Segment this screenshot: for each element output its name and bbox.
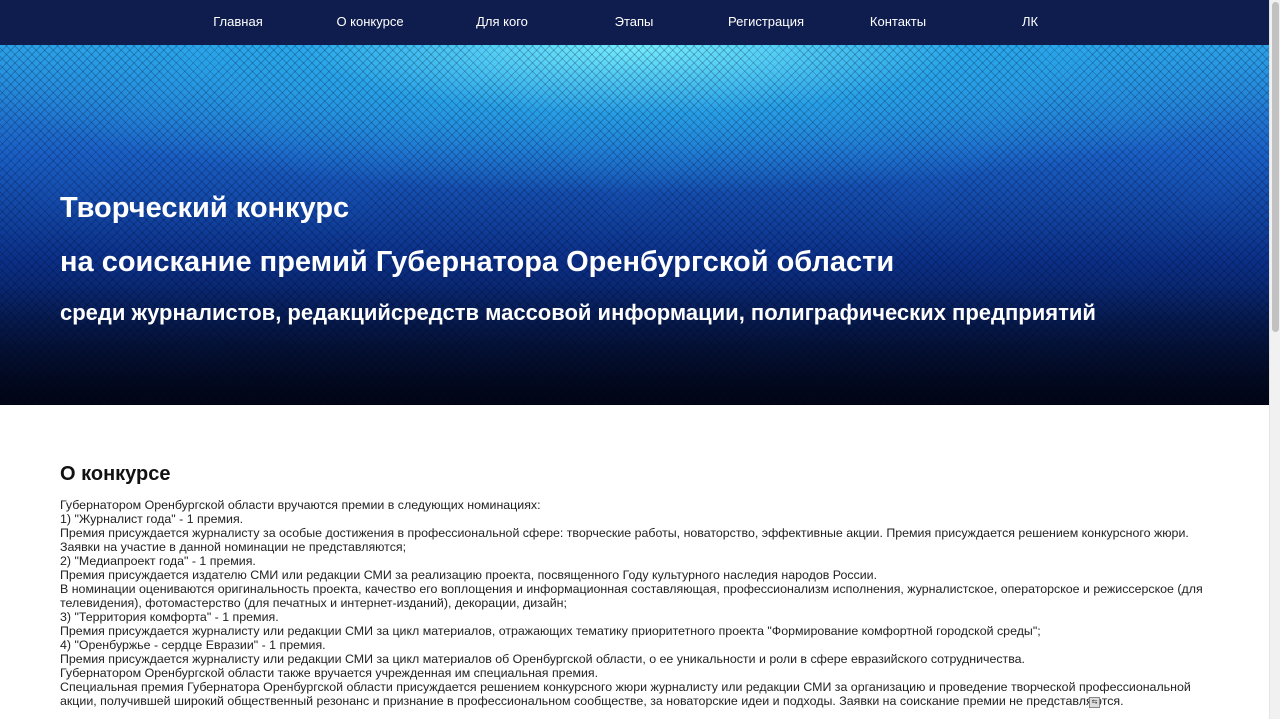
paragraph: Премия присуждается издателю СМИ или ред… <box>60 568 878 582</box>
paragraph: 2) "Медиапроект года" - 1 премия. <box>60 554 256 568</box>
nav-item-about[interactable]: О конкурсе <box>310 0 430 45</box>
nav-item-stages[interactable]: Этапы <box>574 0 694 45</box>
about-text: Губернатором Оренбургской области вручаю… <box>60 498 1210 708</box>
paragraph: В номинации оцениваются оригинальность п… <box>60 582 1203 610</box>
page: Главная О конкурсе Для кого Этапы Регист… <box>0 0 1269 719</box>
hero-title: Творческий конкурс <box>60 192 350 224</box>
paragraph: 1) "Журналист года" - 1 премия. <box>60 512 244 526</box>
paragraph: Премия присуждается журналисту или редак… <box>60 624 1041 638</box>
nav-item-for-whom[interactable]: Для кого <box>442 0 562 45</box>
paragraph: 4) "Оренбуржье - сердце Евразии" - 1 пре… <box>60 638 326 652</box>
nav-item-personal-account[interactable]: ЛК <box>970 0 1090 45</box>
hero-tagline: среди журналистов, редакцийсредств массо… <box>60 300 1096 325</box>
hero-banner: Творческий конкурс на соискание премий Г… <box>0 45 1269 405</box>
paragraph: Премия присуждается журналисту за особые… <box>60 526 1189 554</box>
top-navigation: Главная О конкурсе Для кого Этапы Регист… <box>0 0 1269 45</box>
scrollbar-thumb[interactable] <box>1272 2 1279 332</box>
paragraph: Губернатором Оренбургской области вручаю… <box>60 498 541 512</box>
nav-item-home[interactable]: Главная <box>178 0 298 45</box>
paragraph: Премия присуждается журналисту или редак… <box>60 652 1025 666</box>
hero-subtitle: на соискание премий Губернатора Оренбург… <box>60 246 895 278</box>
vertical-scrollbar[interactable] <box>1269 0 1280 719</box>
paragraph: Специальная премия Губернатора Оренбургс… <box>60 680 1191 708</box>
translate-icon[interactable]: ⇆ <box>1089 697 1100 708</box>
paragraph: 3) "Территория комфорта" - 1 премия. <box>60 610 279 624</box>
nav-item-registration[interactable]: Регистрация <box>706 0 826 45</box>
paragraph: Губернатором Оренбургской области также … <box>60 666 599 680</box>
section-title: О конкурсе <box>60 463 171 485</box>
about-section: О конкурсе Губернатором Оренбургской обл… <box>60 463 1210 708</box>
nav-item-contacts[interactable]: Контакты <box>838 0 958 45</box>
